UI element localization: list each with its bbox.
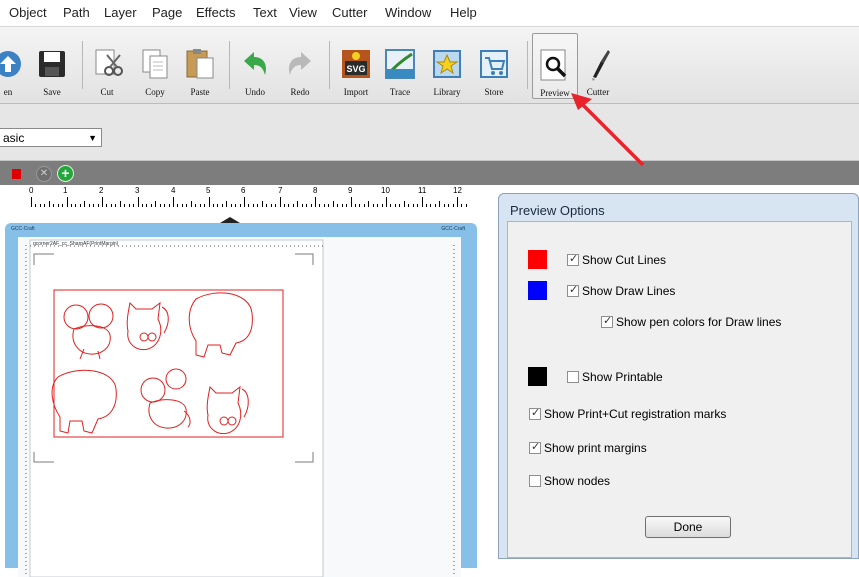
annotation-overlay <box>571 93 645 167</box>
red-arrow-head <box>571 93 592 110</box>
red-arrow-shaft <box>579 101 645 167</box>
